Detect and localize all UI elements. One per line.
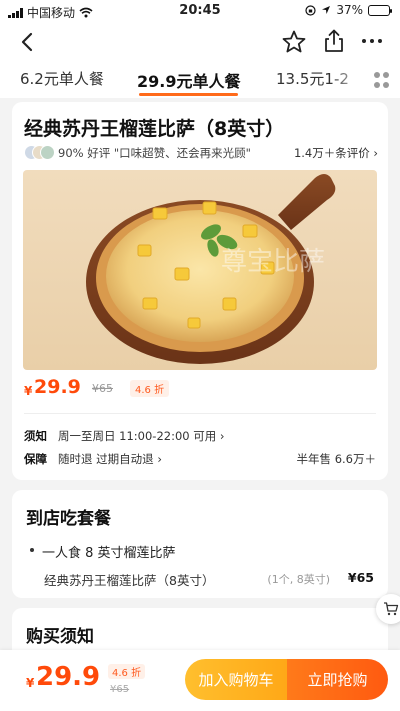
nav-bar	[0, 22, 400, 62]
more-icon[interactable]	[358, 27, 386, 55]
bottom-deal-price: 29.9	[36, 662, 101, 692]
all-tabs-grid-icon[interactable]	[374, 72, 390, 88]
divider	[24, 413, 376, 414]
notice-label: 须知	[24, 429, 47, 443]
add-to-cart-button[interactable]: 加入购物车	[185, 659, 287, 700]
deal-price: 29.9	[34, 376, 81, 398]
location-icon	[322, 6, 331, 14]
discount-badge: 4.6 折	[130, 380, 170, 397]
bottom-action-bar: ¥ 29.9 4.6 折 ¥65 加入购物车 立即抢购	[0, 650, 400, 711]
image-watermark: 尊宝比萨	[221, 247, 325, 277]
guarantee-label: 保障	[24, 452, 47, 466]
usage-notice-row[interactable]: 须知 周一至周日 11:00-22:00 可用 ›	[24, 428, 376, 446]
buy-now-button[interactable]: 立即抢购	[287, 659, 388, 700]
cart-icon	[384, 602, 399, 616]
original-price: ¥65	[92, 382, 113, 395]
rating-summary: 90% 好评 "口味超赞、还会再来光顾"	[58, 146, 251, 160]
sales-count: 半年售 6.6万＋	[296, 452, 376, 466]
product-title: 经典苏丹王榴莲比萨（8英寸）	[24, 118, 285, 140]
rating-row[interactable]: 90% 好评 "口味超赞、还会再来光顾" 1.4万＋条评价 ›	[24, 144, 378, 162]
package-tabs: 6.2元单人餐 29.9元单人餐 13.5元1-2	[0, 62, 400, 98]
share-icon[interactable]	[320, 27, 348, 55]
chevron-right-icon: ›	[373, 146, 378, 160]
battery-percent: 37%	[336, 3, 363, 17]
bottom-original-price: ¥65	[110, 684, 130, 695]
package-item: 经典苏丹王榴莲比萨（8英寸） (1个, 8英寸) ¥65	[44, 570, 374, 588]
active-tab-underline	[139, 93, 239, 96]
bottom-price-currency: ¥	[26, 676, 35, 690]
package-item-price: ¥65	[347, 570, 374, 585]
back-arrow-icon[interactable]	[14, 28, 42, 56]
reviewer-avatars	[24, 145, 55, 161]
pizza-illustration: 尊宝比萨	[86, 174, 336, 364]
lock-rotation-icon	[305, 4, 316, 16]
tab-6-2-single-meal[interactable]: 6.2元单人餐	[20, 68, 104, 89]
battery-icon	[368, 4, 392, 16]
product-card: 经典苏丹王榴莲比萨（8英寸） 90% 好评 "口味超赞、还会再来光顾" 1.4万…	[12, 102, 388, 480]
bottom-discount-badge: 4.6 折	[108, 664, 146, 679]
package-group: 一人食 8 英寸榴莲比萨	[30, 542, 176, 561]
package-item-name: 经典苏丹王榴莲比萨（8英寸）	[44, 573, 215, 588]
tab-29-9-single-meal[interactable]: 29.9元单人餐	[137, 68, 240, 96]
notice-value: 周一至周日 11:00-22:00 可用 ›	[58, 429, 225, 443]
notice-section-title: 购买须知	[26, 627, 94, 647]
tab-fade	[330, 62, 370, 98]
package-item-qty: (1个, 8英寸)	[267, 573, 330, 586]
package-card: 到店吃套餐 一人食 8 英寸榴莲比萨 经典苏丹王榴莲比萨（8英寸） (1个, 8…	[12, 490, 388, 598]
chevron-right-icon: ›	[219, 429, 225, 443]
guarantee-value: 随时退 过期自动退 ›	[58, 452, 162, 466]
product-image[interactable]: 尊宝比萨	[23, 170, 377, 370]
star-icon[interactable]	[280, 28, 308, 56]
guarantee-row[interactable]: 保障 随时退 过期自动退 › 半年售 6.6万＋	[24, 451, 376, 469]
package-section-title: 到店吃套餐	[26, 509, 111, 529]
chevron-right-icon: ›	[157, 452, 162, 466]
price-currency: ¥	[24, 384, 33, 398]
status-right: 37%	[305, 3, 392, 17]
status-bar: 中国移动 20:45 37%	[0, 0, 400, 22]
reviews-link[interactable]: 1.4万＋条评价 ›	[294, 145, 378, 161]
floating-cart-button[interactable]	[376, 594, 400, 624]
